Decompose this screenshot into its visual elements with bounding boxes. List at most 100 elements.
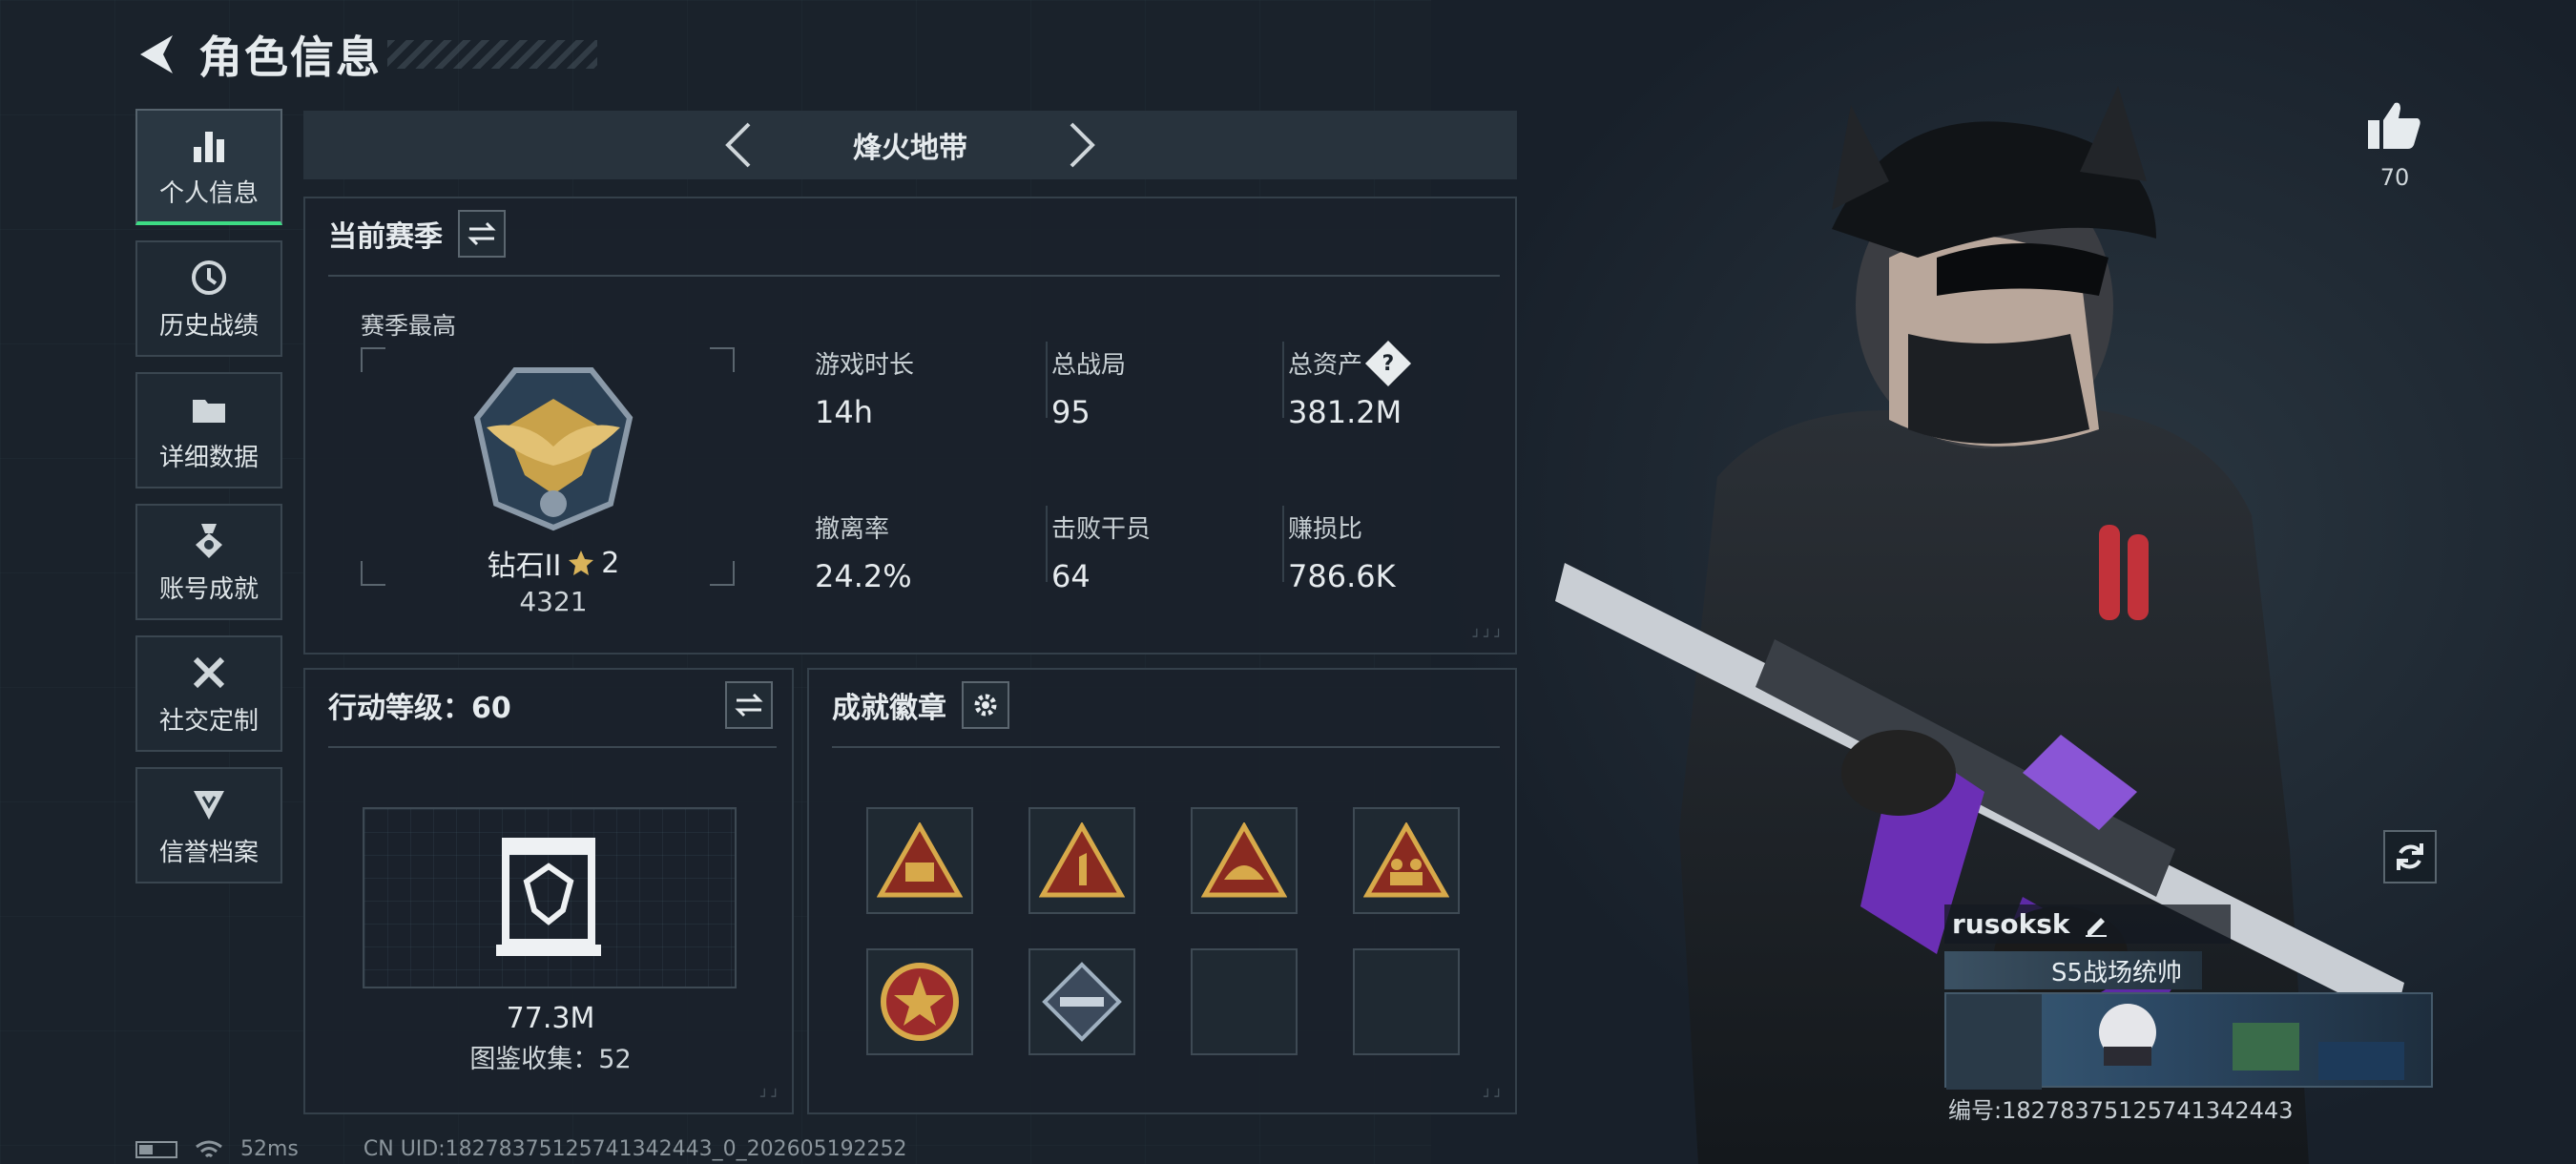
wifi-icon bbox=[196, 1140, 222, 1157]
first-place-badge-icon bbox=[1039, 822, 1125, 898]
history-icon bbox=[188, 257, 230, 299]
credit-shield-icon bbox=[188, 783, 230, 825]
swap-icon bbox=[467, 221, 496, 246]
rank-stars: 2 bbox=[601, 546, 620, 580]
divider bbox=[328, 746, 777, 748]
stat-value: 95 bbox=[1051, 394, 1091, 430]
sidebar-item-achievements[interactable]: 账号成就 bbox=[135, 504, 282, 620]
stat-value: 24.2% bbox=[815, 558, 912, 594]
bar-chart-icon bbox=[188, 124, 230, 166]
badge-slot[interactable] bbox=[1028, 948, 1135, 1055]
collection-count: 图鉴收集：52 bbox=[469, 1045, 632, 1074]
stat-label: 总资产 bbox=[1288, 351, 1363, 380]
divider bbox=[1046, 506, 1048, 582]
sidebar-item-label: 账号成就 bbox=[158, 574, 259, 604]
sidebar-item-credit[interactable]: 信誉档案 bbox=[135, 767, 282, 883]
stat-value: 786.6K bbox=[1288, 558, 1396, 594]
divider bbox=[1282, 342, 1284, 418]
player-id: 编号:18278375125741342443 bbox=[1948, 1097, 2294, 1124]
helmet-badge-icon bbox=[1201, 822, 1287, 898]
stat-extraction-rate: 撤离率 24.2% bbox=[815, 509, 1034, 594]
stat-label: 游戏时长 bbox=[815, 351, 915, 380]
sidebar-item-label: 历史战绩 bbox=[158, 311, 259, 341]
next-map-icon[interactable] bbox=[1053, 116, 1111, 174]
folder-icon bbox=[188, 388, 230, 430]
badge-slot[interactable] bbox=[1028, 807, 1135, 914]
star-medal-badge-icon bbox=[881, 963, 959, 1041]
diamond-rank-emblem-icon bbox=[473, 367, 634, 531]
sidebar-item-social[interactable]: 社交定制 bbox=[135, 635, 282, 752]
sidebar: 个人信息 历史战绩 详细数据 账号成就 社交定制 信誉档案 bbox=[135, 109, 283, 899]
stat-profit-loss: 赚损比 786.6K bbox=[1288, 509, 1507, 594]
banner-art bbox=[1946, 994, 2404, 1090]
divider bbox=[328, 275, 1500, 277]
stat-label: 赚损比 bbox=[1288, 515, 1363, 544]
ping: 52ms bbox=[240, 1137, 299, 1161]
sidebar-item-label: 详细数据 bbox=[158, 443, 259, 472]
player-title: S5战场统帅 bbox=[2051, 958, 2183, 987]
badges-panel: 成就徽章 ┘┘ bbox=[807, 668, 1517, 1114]
divider bbox=[1046, 342, 1048, 418]
badge-slot[interactable] bbox=[866, 948, 973, 1055]
map-name: 烽火地带 bbox=[853, 132, 967, 165]
status-bar: 52ms CN UID:18278375125741342443_0_20260… bbox=[135, 1137, 907, 1161]
like-count: 70 bbox=[2379, 164, 2410, 191]
sidebar-item-label: 社交定制 bbox=[158, 706, 259, 736]
title-decoration bbox=[387, 40, 597, 69]
sidebar-item-label: 个人信息 bbox=[158, 178, 259, 208]
back-arrow-icon[interactable] bbox=[132, 28, 179, 81]
sidebar-item-personal-info[interactable]: 个人信息 bbox=[135, 109, 282, 225]
stat-playtime: 游戏时长 14h bbox=[815, 345, 1034, 430]
stat-label: 总战局 bbox=[1051, 351, 1127, 380]
badge-slot[interactable] bbox=[866, 807, 973, 914]
squad-badge-icon bbox=[1363, 822, 1449, 898]
sidebar-item-label: 信誉档案 bbox=[158, 838, 259, 867]
tools-icon bbox=[188, 652, 230, 694]
player-title-plate[interactable]: S5战场统帅 bbox=[1944, 951, 2202, 989]
player-name-row: rusoksk bbox=[1944, 904, 2231, 944]
help-icon[interactable]: ? bbox=[1364, 340, 1412, 386]
refresh-icon bbox=[2397, 843, 2423, 870]
medal-icon bbox=[188, 520, 230, 562]
uid: CN UID:18278375125741342443_0_2026051922… bbox=[363, 1137, 907, 1161]
divider bbox=[832, 746, 1500, 748]
level-panel: 行动等级：60 77.3M 图鉴收集：52 ┘┘ bbox=[303, 668, 794, 1114]
weapon-badge-icon bbox=[1042, 962, 1122, 1042]
stat-operators-defeated: 击败干员 64 bbox=[1051, 509, 1271, 594]
stat-total-assets: 总资产 ? 381.2M bbox=[1288, 340, 1507, 430]
page-title: 角色信息 bbox=[198, 31, 382, 83]
prev-map-icon[interactable] bbox=[710, 116, 767, 174]
player-card: rusoksk S5战场统帅 bbox=[1944, 904, 2441, 1090]
swap-icon bbox=[735, 693, 763, 717]
gear-icon bbox=[974, 694, 997, 717]
map-selector: 烽火地带 bbox=[303, 111, 1517, 179]
rank-name: 钻石II bbox=[487, 550, 562, 583]
stat-value: 64 bbox=[1051, 558, 1091, 594]
badge-settings-button[interactable] bbox=[962, 681, 1009, 729]
badge-slot[interactable] bbox=[1353, 807, 1460, 914]
season-title: 当前赛季 bbox=[328, 220, 443, 254]
badge-slot[interactable] bbox=[1191, 807, 1298, 914]
refresh-button[interactable] bbox=[2383, 830, 2437, 883]
collection-case-icon[interactable] bbox=[496, 834, 601, 958]
badge-slot-empty[interactable] bbox=[1191, 948, 1298, 1055]
badges-title: 成就徽章 bbox=[832, 692, 946, 725]
battery-icon bbox=[135, 1140, 177, 1158]
stat-label-row: 总资产 ? bbox=[1288, 340, 1507, 386]
sidebar-item-detailed-data[interactable]: 详细数据 bbox=[135, 372, 282, 488]
badge-slot-empty[interactable] bbox=[1353, 948, 1460, 1055]
player-banner[interactable] bbox=[1944, 992, 2433, 1090]
stat-total-matches: 总战局 95 bbox=[1051, 345, 1271, 430]
player-name: rusoksk bbox=[1952, 908, 2070, 940]
edit-pencil-icon[interactable] bbox=[2084, 912, 2109, 937]
switch-level-button[interactable] bbox=[725, 681, 773, 729]
panel-corner-decoration: ┘┘ bbox=[760, 1090, 782, 1105]
level-title: 行动等级：60 bbox=[328, 692, 511, 725]
sidebar-item-history[interactable]: 历史战绩 bbox=[135, 240, 282, 357]
switch-season-button[interactable] bbox=[458, 210, 506, 258]
thumbs-up-icon[interactable] bbox=[2366, 99, 2423, 151]
star-icon bbox=[569, 551, 594, 575]
stat-value: 14h bbox=[815, 394, 873, 430]
stat-value: 381.2M bbox=[1288, 394, 1402, 430]
collection-value: 77.3M bbox=[506, 1002, 595, 1035]
